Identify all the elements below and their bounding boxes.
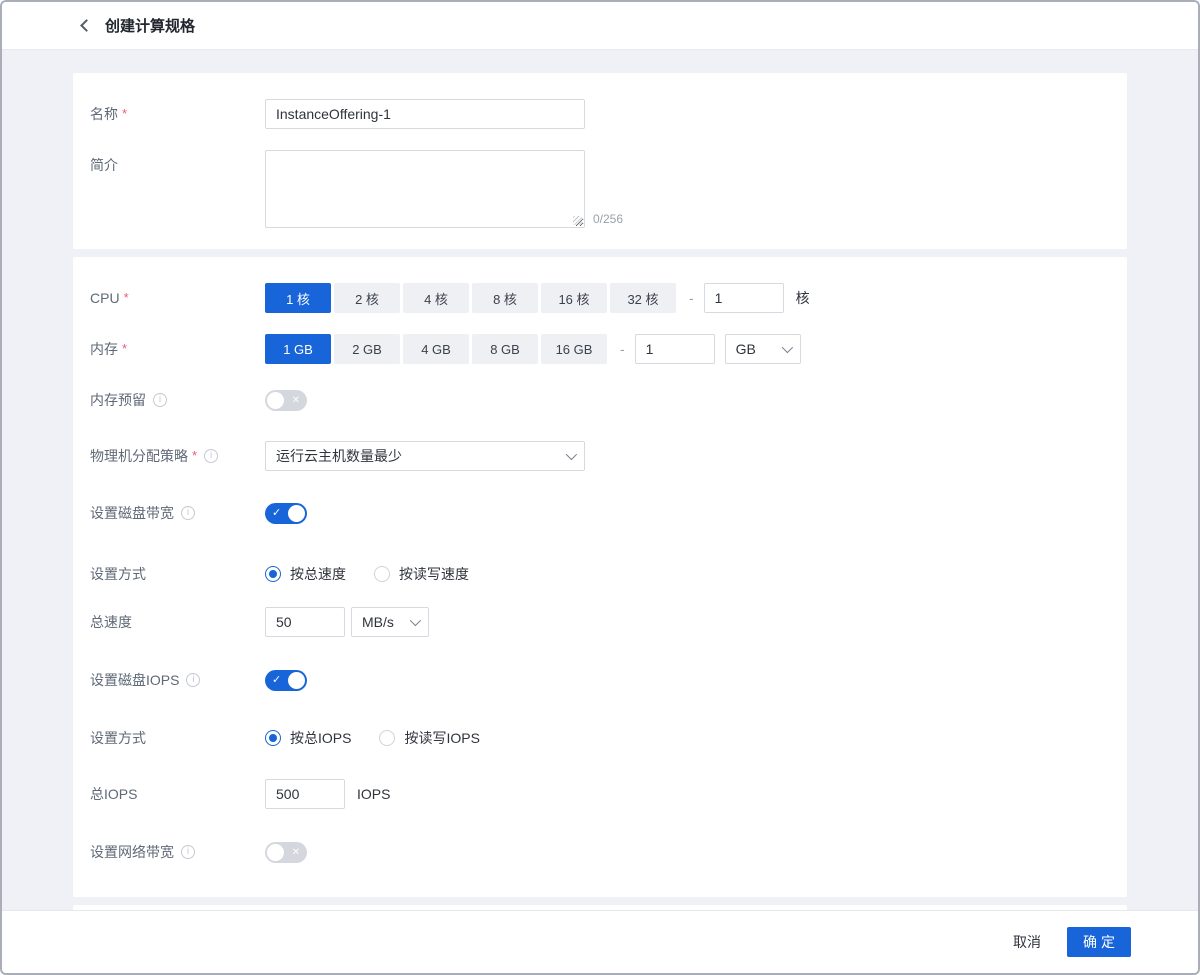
memory-reserve-toggle[interactable]: ✕ <box>265 390 307 411</box>
cross-icon: ✕ <box>292 390 300 411</box>
cancel-button[interactable]: 取消 <box>1013 932 1041 952</box>
char-counter: 0/256 <box>593 210 623 228</box>
memory-row: 内存 * 1 GB 2 GB 4 GB 8 GB 16 GB - GB <box>90 334 1099 364</box>
cpu-unit-label: 核 <box>796 288 810 308</box>
network-bandwidth-toggle[interactable]: ✕ <box>265 842 307 863</box>
basic-info-card: 名称 * 简介 0/256 <box>73 73 1127 249</box>
chevron-down-icon <box>410 615 421 626</box>
speed-unit-select[interactable]: MB/s <box>351 607 429 637</box>
info-icon[interactable] <box>181 506 195 520</box>
name-input[interactable] <box>265 99 585 129</box>
radio-icon <box>374 566 390 582</box>
info-icon[interactable] <box>186 673 200 687</box>
disk-bandwidth-label: 设置磁盘带宽 <box>90 498 265 528</box>
back-icon[interactable] <box>80 19 93 32</box>
disk-iops-toggle[interactable]: ✓ <box>265 670 307 691</box>
cross-icon: ✕ <box>292 842 300 863</box>
alloc-strategy-select[interactable]: 运行云主机数量最少 <box>265 441 585 471</box>
cpu-option-4[interactable]: 4 核 <box>403 283 469 313</box>
info-icon[interactable] <box>181 845 195 859</box>
required-mark: * <box>192 441 197 471</box>
disk-bandwidth-toggle[interactable]: ✓ <box>265 503 307 524</box>
required-mark: * <box>124 283 129 313</box>
cpu-option-8[interactable]: 8 核 <box>472 283 538 313</box>
total-iops-row: 总IOPS IOPS <box>90 779 1099 809</box>
name-row: 名称 * <box>90 99 1099 129</box>
total-speed-label: 总速度 <box>90 607 265 637</box>
description-textarea[interactable] <box>265 150 585 228</box>
iops-mode-row: 设置方式 按总IOPS 按读写IOPS <box>90 723 1099 753</box>
memory-option-16gb[interactable]: 16 GB <box>541 334 607 364</box>
radio-icon <box>265 730 281 746</box>
name-label: 名称 * <box>90 99 265 129</box>
alloc-strategy-row: 物理机分配策略 * 运行云主机数量最少 <box>90 441 1099 471</box>
required-mark: * <box>122 334 127 364</box>
chevron-down-icon <box>781 342 792 353</box>
radio-icon <box>379 730 395 746</box>
chevron-down-icon <box>566 449 577 460</box>
total-iops-input[interactable] <box>265 779 345 809</box>
cpu-option-32[interactable]: 32 核 <box>610 283 676 313</box>
memory-option-2gb[interactable]: 2 GB <box>334 334 400 364</box>
cpu-option-2[interactable]: 2 核 <box>334 283 400 313</box>
range-dash: - <box>620 341 625 357</box>
page-footer: 取消 确定 <box>2 910 1198 973</box>
cpu-row: CPU * 1 核 2 核 4 核 8 核 16 核 32 核 - 核 <box>90 283 1099 313</box>
check-icon: ✓ <box>272 670 281 691</box>
description-label: 简介 <box>90 150 265 175</box>
disk-iops-row: 设置磁盘IOPS ✓ <box>90 665 1099 695</box>
info-icon[interactable] <box>153 393 167 407</box>
memory-unit-select[interactable]: GB <box>725 334 801 364</box>
cpu-option-16[interactable]: 16 核 <box>541 283 607 313</box>
total-speed-row: 总速度 MB/s <box>90 607 1099 637</box>
memory-option-1gb[interactable]: 1 GB <box>265 334 331 364</box>
radio-total-iops[interactable]: 按总IOPS <box>265 728 351 748</box>
description-row: 简介 0/256 <box>90 150 1099 228</box>
confirm-button[interactable]: 确定 <box>1067 927 1131 957</box>
config-card: CPU * 1 核 2 核 4 核 8 核 16 核 32 核 - 核 <box>73 257 1127 897</box>
memory-label: 内存 * <box>90 334 265 364</box>
iops-unit-label: IOPS <box>357 786 390 802</box>
cpu-label: CPU * <box>90 283 265 313</box>
cpu-option-1[interactable]: 1 核 <box>265 283 331 313</box>
total-speed-input[interactable] <box>265 607 345 637</box>
memory-custom-input[interactable] <box>635 334 715 364</box>
page-header: 创建计算规格 <box>2 2 1198 50</box>
required-mark: * <box>122 99 127 129</box>
memory-reserve-row: 内存预留 ✕ <box>90 385 1099 415</box>
alloc-strategy-label: 物理机分配策略 * <box>90 441 265 471</box>
bandwidth-mode-row: 设置方式 按总速度 按读写速度 <box>90 559 1099 589</box>
radio-total-speed[interactable]: 按总速度 <box>265 564 346 584</box>
radio-read-write-speed[interactable]: 按读写速度 <box>374 564 469 584</box>
create-instance-offering-page: 创建计算规格 名称 * 简介 0/256 <box>0 0 1200 975</box>
disk-bandwidth-row: 设置磁盘带宽 ✓ <box>90 498 1099 528</box>
memory-option-4gb[interactable]: 4 GB <box>403 334 469 364</box>
radio-read-write-iops[interactable]: 按读写IOPS <box>379 728 479 748</box>
bandwidth-mode-label: 设置方式 <box>90 559 265 589</box>
network-bandwidth-row: 设置网络带宽 ✕ <box>90 837 1099 867</box>
check-icon: ✓ <box>272 503 281 524</box>
radio-icon <box>265 566 281 582</box>
memory-option-8gb[interactable]: 8 GB <box>472 334 538 364</box>
disk-iops-label: 设置磁盘IOPS <box>90 665 265 695</box>
cpu-custom-input[interactable] <box>704 283 784 313</box>
network-bandwidth-label: 设置网络带宽 <box>90 837 265 867</box>
form-content: 名称 * 简介 0/256 CPU * <box>2 50 1198 910</box>
iops-mode-label: 设置方式 <box>90 723 265 753</box>
total-iops-label: 总IOPS <box>90 779 265 809</box>
page-title: 创建计算规格 <box>105 15 195 36</box>
info-icon[interactable] <box>204 449 218 463</box>
memory-reserve-label: 内存预留 <box>90 385 265 415</box>
range-dash: - <box>689 290 694 306</box>
